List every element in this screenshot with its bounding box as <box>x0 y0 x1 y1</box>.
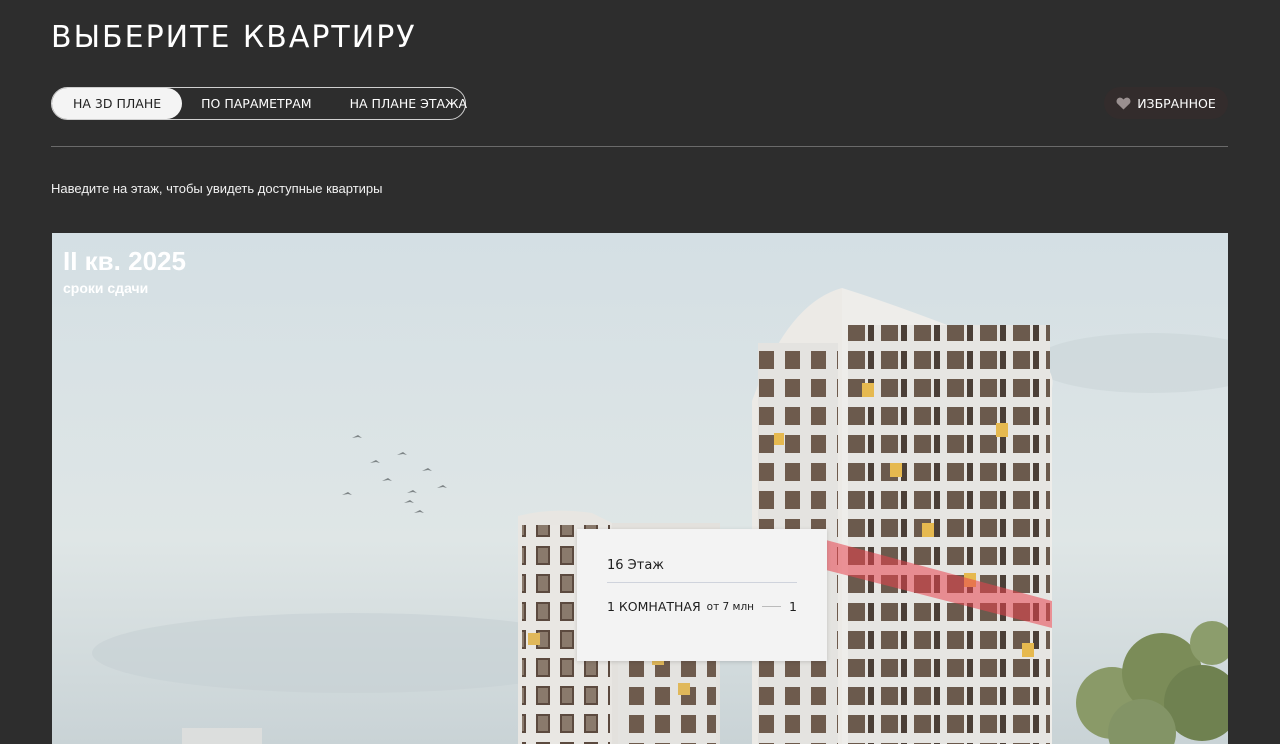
heart-icon <box>1116 97 1131 110</box>
tab-by-parameters[interactable]: ПО ПАРАМЕТРАМ <box>182 88 330 119</box>
floor-number: 16 Этаж <box>607 558 665 573</box>
deadline-label: сроки сдачи <box>63 280 149 296</box>
building-3d-view[interactable]: II кв. 2025 сроки сдачи 16 Этаж 1 КОМНАТ… <box>52 233 1228 744</box>
page-title: ВЫБЕРИТЕ КВАРТИРУ <box>51 20 417 55</box>
building-render <box>52 233 1228 744</box>
apartment-type-row[interactable]: 1 КОМНАТНАЯ от 7 млн 1 <box>607 599 797 614</box>
row-leader-line <box>762 606 782 607</box>
building-main <box>752 288 1053 744</box>
favorites-label: ИЗБРАННОЕ <box>1137 95 1216 111</box>
price-label: от 7 млн <box>706 600 755 613</box>
rooms-label: 1 КОМНАТНАЯ <box>607 599 701 614</box>
view-mode-switch: НА 3D ПЛАНЕ ПО ПАРАМЕТРАМ НА ПЛАНЕ ЭТАЖА <box>51 87 467 120</box>
available-count: 1 <box>789 599 797 614</box>
favorites-button[interactable]: ИЗБРАННОЕ <box>1104 87 1228 119</box>
tab-floor-plan[interactable]: НА ПЛАНЕ ЭТАЖА <box>331 88 486 119</box>
deadline-value: II кв. 2025 <box>63 246 186 276</box>
tooltip-divider <box>607 582 797 583</box>
hover-hint: Наведите на этаж, чтобы увидеть доступны… <box>51 181 383 196</box>
tab-3d-plan[interactable]: НА 3D ПЛАНЕ <box>52 88 183 119</box>
floor-tooltip: 16 Этаж 1 КОМНАТНАЯ от 7 млн 1 <box>577 529 827 661</box>
divider <box>51 146 1228 147</box>
